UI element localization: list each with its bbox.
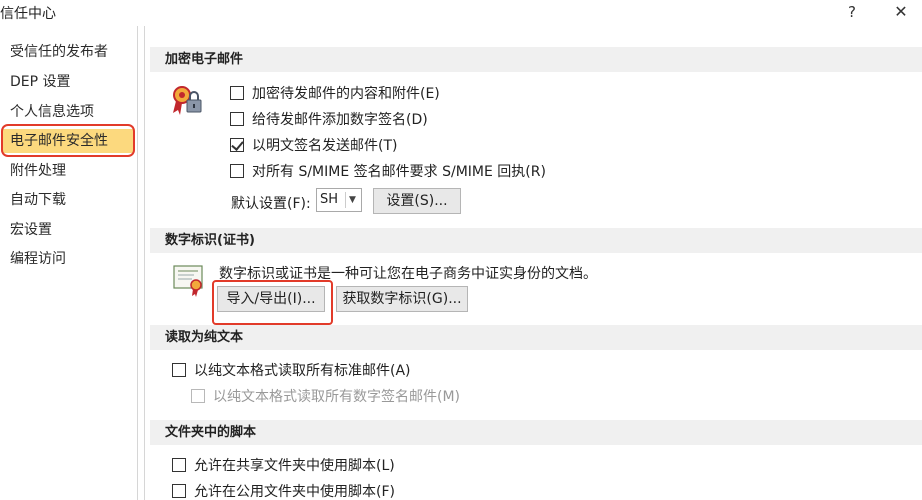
- window-title: 信任中心: [0, 6, 56, 22]
- sidebar-item-macro-settings[interactable]: 宏设置: [10, 218, 52, 242]
- sidebar-item-programmatic-access[interactable]: 编程访问: [10, 247, 66, 271]
- section-heading-encrypted-email: 加密电子邮件: [150, 47, 922, 72]
- checkbox[interactable]: [230, 164, 244, 178]
- option-read-signed-plain-text: 以纯文本格式读取所有数字签名邮件(M): [191, 385, 460, 407]
- option-label: 给待发邮件添加数字签名(D): [252, 112, 428, 128]
- option-add-digital-signature[interactable]: 给待发邮件添加数字签名(D): [230, 108, 428, 130]
- option-label: 允许在共享文件夹中使用脚本(L): [194, 458, 395, 474]
- help-button[interactable]: ?: [841, 1, 863, 23]
- sidebar-item-attachment-handling[interactable]: 附件处理: [10, 159, 66, 183]
- checkbox[interactable]: [172, 363, 186, 377]
- option-label: 加密待发邮件的内容和附件(E): [252, 86, 440, 102]
- option-label: 以纯文本格式读取所有数字签名邮件(M): [213, 389, 461, 405]
- default-setting-value: SH: [320, 192, 339, 207]
- section-heading-read-plain-text: 读取为纯文本: [150, 325, 922, 350]
- settings-button[interactable]: 设置(S)...: [373, 188, 461, 214]
- section-heading-digital-id: 数字标识(证书): [150, 228, 922, 253]
- chevron-down-icon: ▼: [345, 192, 359, 208]
- option-label: 以纯文本格式读取所有标准邮件(A): [194, 363, 411, 379]
- option-scripts-public-folders[interactable]: 允许在公用文件夹中使用脚本(F): [172, 480, 395, 500]
- checkbox: [191, 389, 205, 403]
- option-label: 对所有 S/MIME 签名邮件要求 S/MIME 回执(R): [252, 164, 546, 180]
- option-smime-receipt[interactable]: 对所有 S/MIME 签名邮件要求 S/MIME 回执(R): [230, 160, 546, 182]
- checkbox[interactable]: [230, 86, 244, 100]
- default-setting-label: 默认设置(F):: [231, 196, 311, 212]
- checkbox[interactable]: [172, 458, 186, 472]
- get-digital-id-button[interactable]: 获取数字标识(G)...: [336, 286, 468, 312]
- checkbox[interactable]: [230, 138, 244, 152]
- option-clear-text-signed[interactable]: 以明文签名发送邮件(T): [230, 134, 397, 156]
- certificate-icon: [173, 265, 203, 297]
- default-setting-select[interactable]: SH ▼: [316, 188, 362, 212]
- sidebar-item-automatic-download[interactable]: 自动下载: [10, 188, 66, 212]
- option-read-standard-plain-text[interactable]: 以纯文本格式读取所有标准邮件(A): [172, 359, 411, 381]
- section-heading-folder-scripts: 文件夹中的脚本: [150, 420, 922, 445]
- option-label: 以明文签名发送邮件(T): [252, 138, 398, 154]
- option-encrypt-contents[interactable]: 加密待发邮件的内容和附件(E): [230, 82, 440, 104]
- checkbox[interactable]: [172, 484, 186, 498]
- sidebar-item-privacy-options[interactable]: 个人信息选项: [10, 100, 94, 124]
- option-label: 允许在公用文件夹中使用脚本(F): [194, 484, 395, 500]
- sidebar-item-dep-settings[interactable]: DEP 设置: [10, 70, 71, 94]
- sidebar: 受信任的发布者 DEP 设置 个人信息选项 电子邮件安全性 附件处理 自动下载 …: [0, 26, 138, 500]
- checkbox[interactable]: [230, 112, 244, 126]
- highlight-frame-sidebar: [1, 124, 135, 157]
- close-button[interactable]: ✕: [889, 1, 913, 23]
- highlight-frame-import-export: [212, 280, 333, 325]
- certificate-lock-icon: [173, 86, 202, 115]
- sidebar-item-trusted-publishers[interactable]: 受信任的发布者: [10, 40, 108, 64]
- title-bar: 信任中心 ? ✕: [0, 0, 922, 26]
- option-scripts-shared-folders[interactable]: 允许在共享文件夹中使用脚本(L): [172, 454, 395, 476]
